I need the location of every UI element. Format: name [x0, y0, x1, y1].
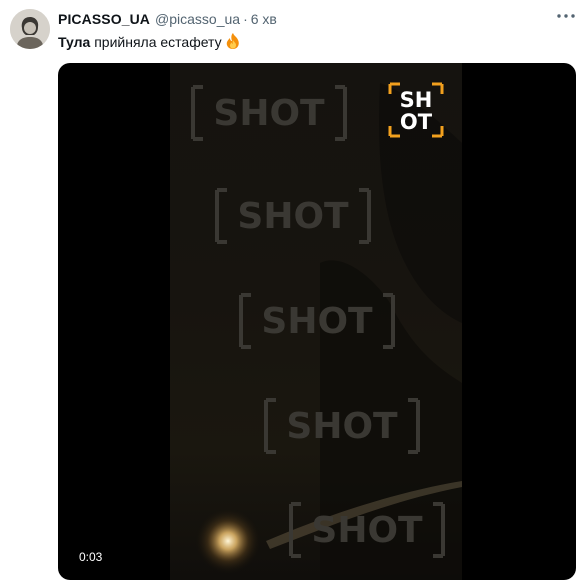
fire-emoji-icon: [225, 32, 241, 54]
shot-watermark: SHOT: [191, 85, 347, 141]
shot-watermark: SHOT: [239, 293, 395, 349]
author-handle[interactable]: @picasso_ua: [155, 10, 240, 28]
svg-text:SHOT: SHOT: [213, 93, 325, 134]
avatar[interactable]: [10, 9, 50, 49]
separator: ·: [243, 11, 248, 27]
more-icon[interactable]: [553, 6, 579, 26]
svg-text:SH: SH: [400, 88, 433, 112]
shot-watermark: SHOT: [289, 502, 445, 558]
shot-watermark: SHOT: [215, 188, 371, 244]
video-player[interactable]: SHOT SHOT SHOT SHOT SHOT SH OT 0:03: [58, 63, 576, 580]
tweet-text: Тула прийняла естафету: [58, 32, 241, 54]
svg-text:SHOT: SHOT: [286, 406, 398, 447]
svg-text:SHOT: SHOT: [311, 510, 423, 551]
svg-text:SHOT: SHOT: [237, 196, 349, 237]
tweet-text-rest: прийняла естафету: [90, 34, 222, 50]
svg-text:SHOT: SHOT: [261, 301, 373, 342]
shot-watermark: SHOT: [264, 398, 420, 454]
tweet-time[interactable]: 6 хв: [251, 10, 277, 28]
svg-text:OT: OT: [400, 110, 433, 134]
tweet-card[interactable]: PICASSO_UA @picasso_ua · 6 хв Тула прийн…: [0, 0, 588, 588]
tweet-text-bold: Тула: [58, 34, 91, 50]
video-timestamp: 0:03: [79, 550, 103, 564]
shot-logo: SH OT: [388, 82, 444, 138]
author-name[interactable]: PICASSO_UA: [58, 10, 150, 28]
